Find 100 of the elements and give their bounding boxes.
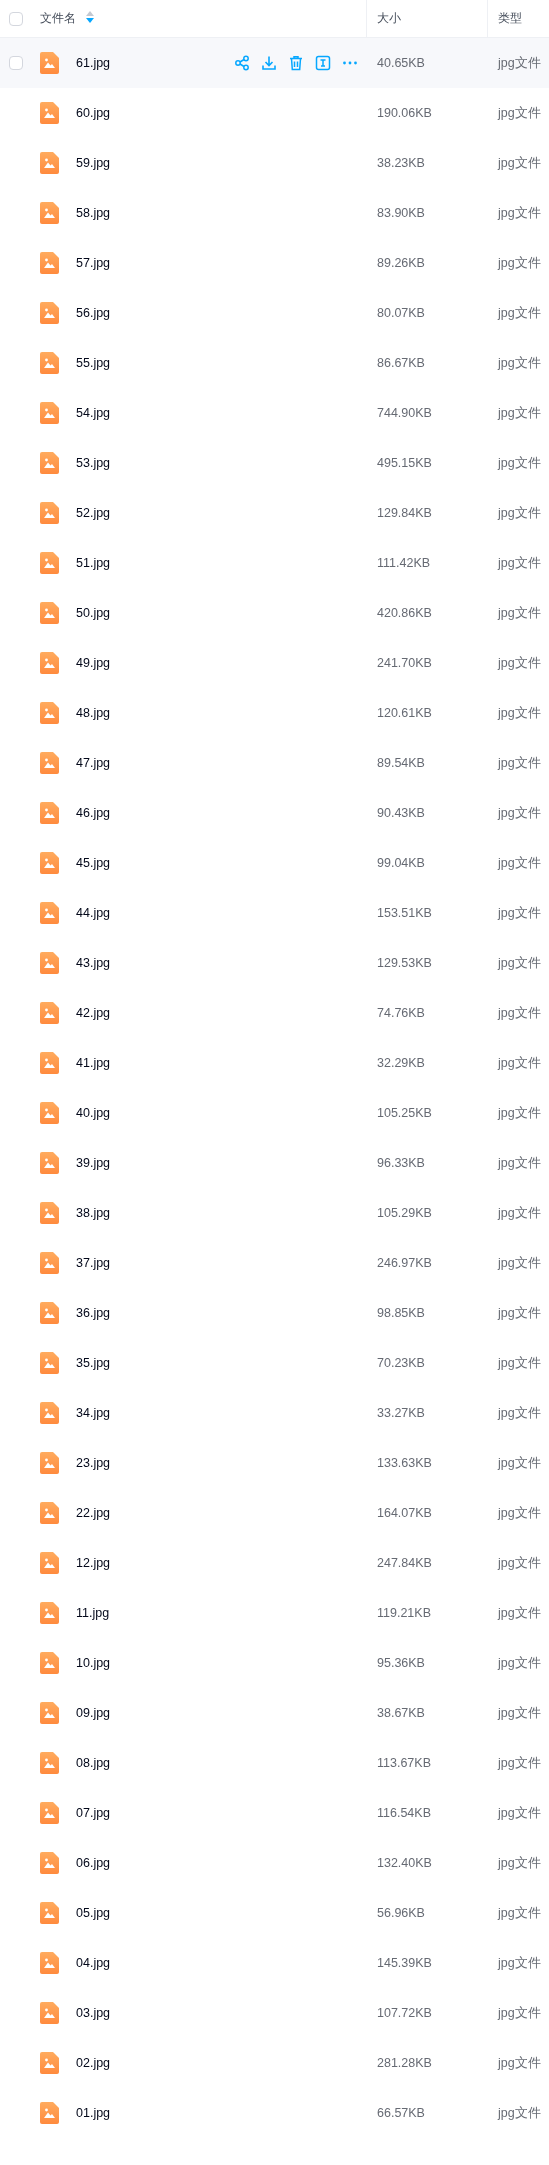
file-row[interactable]: 57.jpg 89.26KB jpg文件 [0, 238, 549, 288]
file-name[interactable]: 55.jpg [76, 356, 111, 370]
column-header[interactable]: 文件名 [40, 10, 76, 27]
file-row[interactable]: 11.jpg 119.21KB jpg文件 [0, 1588, 549, 1638]
file-size: 96.33KB [376, 1156, 426, 1170]
file-row[interactable]: 37.jpg 246.97KB jpg文件 [0, 1238, 549, 1288]
file-row[interactable]: 40.jpg 105.25KB jpg文件 [0, 1088, 549, 1138]
file-row[interactable]: 10.jpg 95.36KB jpg文件 [0, 1638, 549, 1688]
file-name[interactable]: 48.jpg [76, 706, 111, 720]
share-icon[interactable] [234, 55, 250, 71]
file-row[interactable]: 04.jpg 145.39KB jpg文件 [0, 1938, 549, 1988]
file-name[interactable]: 36.jpg [76, 1306, 111, 1320]
file-name[interactable]: 08.jpg [76, 1756, 111, 1770]
file-type: jpg文件 [496, 1104, 542, 1122]
file-name[interactable]: 09.jpg [76, 1706, 111, 1720]
file-row[interactable]: 09.jpg 38.67KB jpg文件 [0, 1688, 549, 1738]
file-row[interactable]: 35.jpg 70.23KB jpg文件 [0, 1338, 549, 1388]
file-row[interactable]: 58.jpg 83.90KB jpg文件 [0, 188, 549, 238]
column-header[interactable]: 类型 [487, 0, 549, 37]
row-checkbox[interactable] [9, 56, 23, 70]
file-row[interactable]: 46.jpg 90.43KB jpg文件 [0, 788, 549, 838]
file-name[interactable]: 49.jpg [76, 656, 111, 670]
file-name[interactable]: 39.jpg [76, 1156, 111, 1170]
file-name[interactable]: 54.jpg [76, 406, 111, 420]
file-name[interactable]: 23.jpg [76, 1456, 111, 1470]
file-name[interactable]: 43.jpg [76, 956, 111, 970]
file-type: jpg文件 [496, 1054, 542, 1072]
select-all-checkbox[interactable] [9, 11, 23, 26]
file-row[interactable]: 54.jpg 744.90KB jpg文件 [0, 388, 549, 438]
file-name[interactable]: 56.jpg [76, 306, 111, 320]
file-name[interactable]: 05.jpg [76, 1906, 111, 1920]
file-name[interactable]: 59.jpg [76, 156, 111, 170]
file-row[interactable]: 34.jpg 33.27KB jpg文件 [0, 1388, 549, 1438]
file-name[interactable]: 51.jpg [76, 556, 111, 570]
file-name[interactable]: 40.jpg [76, 1106, 111, 1120]
file-name[interactable]: 06.jpg [76, 1856, 111, 1870]
file-row[interactable]: 03.jpg 107.72KB jpg文件 [0, 1988, 549, 2038]
file-name[interactable]: 07.jpg [76, 1806, 111, 1820]
file-row[interactable]: 39.jpg 96.33KB jpg文件 [0, 1138, 549, 1188]
file-row[interactable]: 07.jpg 116.54KB jpg文件 [0, 1788, 549, 1838]
file-row[interactable]: 45.jpg 99.04KB jpg文件 [0, 838, 549, 888]
file-name[interactable]: 02.jpg [76, 2056, 111, 2070]
file-row[interactable]: 02.jpg 281.28KB jpg文件 [0, 2038, 549, 2088]
file-row[interactable]: 22.jpg 164.07KB jpg文件 [0, 1488, 549, 1538]
file-name[interactable]: 42.jpg [76, 1006, 111, 1020]
file-row[interactable]: 44.jpg 153.51KB jpg文件 [0, 888, 549, 938]
file-row[interactable]: 01.jpg 66.57KB jpg文件 [0, 2088, 549, 2138]
file-name[interactable]: 11.jpg [76, 1606, 110, 1620]
file-name[interactable]: 03.jpg [76, 2006, 111, 2020]
file-row[interactable]: 49.jpg 241.70KB jpg文件 [0, 638, 549, 688]
file-type: jpg文件 [496, 1554, 542, 1572]
file-row[interactable]: 36.jpg 98.85KB jpg文件 [0, 1288, 549, 1338]
file-name[interactable]: 45.jpg [76, 856, 111, 870]
file-row[interactable]: 43.jpg 129.53KB jpg文件 [0, 938, 549, 988]
file-name[interactable]: 60.jpg [76, 106, 111, 120]
file-row[interactable]: 06.jpg 132.40KB jpg文件 [0, 1838, 549, 1888]
file-row[interactable]: 59.jpg 38.23KB jpg文件 [0, 138, 549, 188]
file-name[interactable]: 44.jpg [76, 906, 111, 920]
file-name[interactable]: 47.jpg [76, 756, 111, 770]
file-name[interactable]: 41.jpg [76, 1056, 111, 1070]
file-name[interactable]: 52.jpg [76, 506, 111, 520]
file-name[interactable]: 35.jpg [76, 1356, 111, 1370]
file-row[interactable]: 50.jpg 420.86KB jpg文件 [0, 588, 549, 638]
download-icon[interactable] [261, 55, 277, 71]
file-row[interactable]: 42.jpg 74.76KB jpg文件 [0, 988, 549, 1038]
file-name[interactable]: 53.jpg [76, 456, 111, 470]
file-row[interactable]: 51.jpg 111.42KB jpg文件 [0, 538, 549, 588]
file-row[interactable]: 23.jpg 133.63KB jpg文件 [0, 1438, 549, 1488]
file-row[interactable]: 12.jpg 247.84KB jpg文件 [0, 1538, 549, 1588]
file-name[interactable]: 46.jpg [76, 806, 111, 820]
file-name[interactable]: 57.jpg [76, 256, 111, 270]
file-row[interactable]: 60.jpg 190.06KB jpg文件 [0, 88, 549, 138]
file-name[interactable]: 01.jpg [76, 2106, 111, 2120]
file-name[interactable]: 58.jpg [76, 206, 111, 220]
file-size: 86.67KB [376, 356, 426, 370]
file-name[interactable]: 22.jpg [76, 1506, 111, 1520]
file-name[interactable]: 37.jpg [76, 1256, 111, 1270]
file-row[interactable]: 47.jpg 89.54KB jpg文件 [0, 738, 549, 788]
file-type: jpg文件 [496, 2004, 542, 2022]
file-row[interactable]: 08.jpg 113.67KB jpg文件 [0, 1738, 549, 1788]
file-name[interactable]: 12.jpg [76, 1556, 111, 1570]
file-row[interactable]: 52.jpg 129.84KB jpg文件 [0, 488, 549, 538]
file-name[interactable]: 61.jpg [76, 56, 111, 70]
file-name[interactable]: 10.jpg [76, 1656, 111, 1670]
column-header[interactable]: 大小 [366, 0, 487, 37]
file-row[interactable]: 48.jpg 120.61KB jpg文件 [0, 688, 549, 738]
file-name[interactable]: 34.jpg [76, 1406, 111, 1420]
rename-icon[interactable] [315, 55, 331, 71]
file-name[interactable]: 50.jpg [76, 606, 111, 620]
file-row[interactable]: 56.jpg 80.07KB jpg文件 [0, 288, 549, 338]
file-size: 420.86KB [376, 606, 433, 620]
file-row[interactable]: 61.jpg 40.65KB jpg文件 [0, 38, 549, 88]
file-row[interactable]: 05.jpg 56.96KB jpg文件 [0, 1888, 549, 1938]
file-row[interactable]: 55.jpg 86.67KB jpg文件 [0, 338, 549, 388]
file-row[interactable]: 41.jpg 32.29KB jpg文件 [0, 1038, 549, 1088]
file-row[interactable]: 38.jpg 105.29KB jpg文件 [0, 1188, 549, 1238]
file-name[interactable]: 04.jpg [76, 1956, 111, 1970]
file-row[interactable]: 53.jpg 495.15KB jpg文件 [0, 438, 549, 488]
trash-icon[interactable] [288, 55, 304, 71]
file-name[interactable]: 38.jpg [76, 1206, 111, 1220]
